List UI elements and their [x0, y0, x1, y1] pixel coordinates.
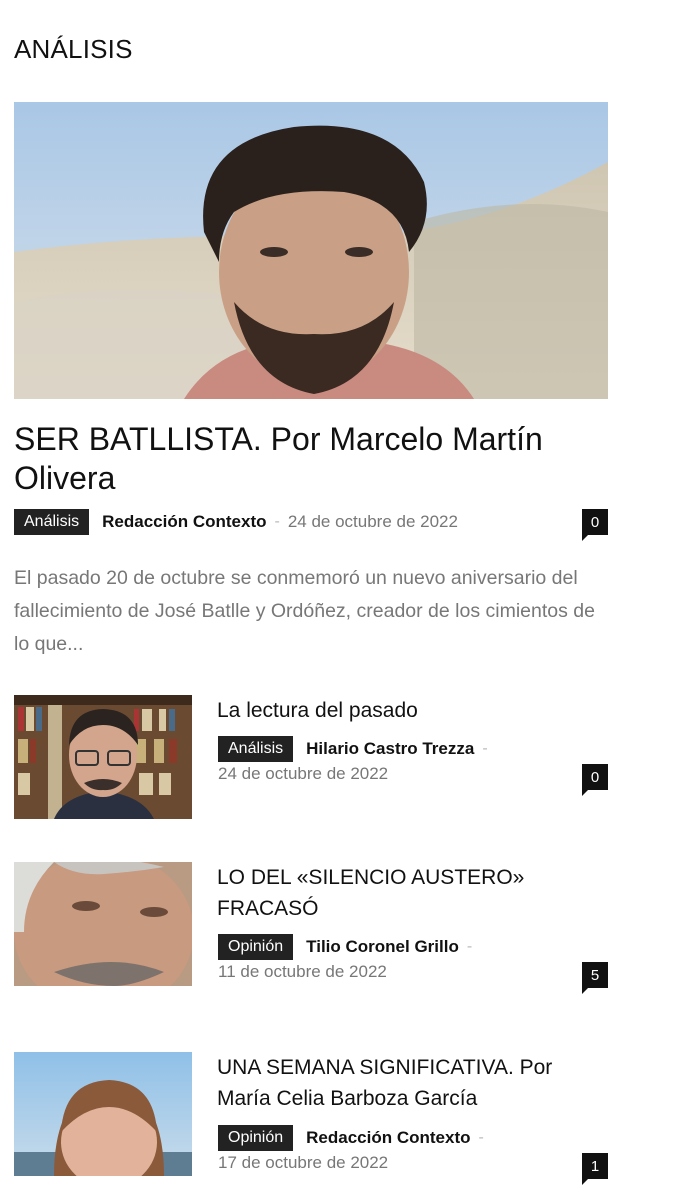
article-title[interactable]: UNA SEMANA SIGNIFICATIVA. Por María Celi… [217, 1052, 597, 1114]
meta-separator: - [466, 938, 473, 955]
article-meta: Opinión Tilio Coronel Grillo - [218, 934, 480, 960]
publish-date: 24 de octubre de 2022 [218, 764, 389, 783]
article-thumbnail[interactable] [14, 695, 192, 819]
author-link[interactable]: Redacción Contexto [306, 1128, 470, 1148]
article-title[interactable]: La lectura del pasado [217, 695, 597, 726]
featured-meta: Análisis Redacción Contexto - 24 de octu… [14, 509, 458, 535]
meta-separator: - [478, 1129, 484, 1146]
category-badge[interactable]: Opinión [218, 934, 294, 960]
featured-title[interactable]: SER BATLLISTA. Por Marcelo Martín Oliver… [14, 420, 604, 498]
thumbnail-photo [14, 695, 192, 819]
publish-date: 24 de octubre de 2022 [287, 512, 458, 531]
article-meta: Análisis Hilario Castro Trezza - [218, 736, 496, 762]
author-link[interactable]: Tilio Coronel Grillo [306, 937, 459, 957]
thumbnail-photo [14, 1052, 192, 1176]
publish-date: 17 de octubre de 2022 [218, 1153, 389, 1172]
category-badge[interactable]: Opinión [218, 1125, 294, 1151]
category-badge[interactable]: Análisis [14, 509, 90, 535]
comment-count-badge[interactable]: 0 [582, 764, 608, 796]
author-link[interactable]: Redacción Contexto [102, 512, 266, 532]
comment-count-badge[interactable]: 0 [582, 509, 608, 541]
article-title[interactable]: LO DEL «SILENCIO AUSTERO» FRACASÓ [217, 862, 597, 924]
featured-image[interactable] [14, 102, 608, 399]
thumbnail-photo [14, 862, 192, 986]
article-thumbnail[interactable] [14, 862, 192, 986]
meta-separator: - [482, 740, 488, 757]
article-thumbnail[interactable] [14, 1052, 192, 1176]
author-link[interactable]: Hilario Castro Trezza [306, 739, 474, 759]
section-title: ANÁLISIS [14, 34, 133, 64]
featured-excerpt: El pasado 20 de octubre se conmemoró un … [14, 567, 595, 655]
featured-photo [14, 102, 608, 399]
comment-count-badge[interactable]: 1 [582, 1153, 608, 1185]
meta-separator: - [274, 513, 280, 530]
publish-date: 11 de octubre de 2022 [218, 962, 387, 981]
comment-count-badge[interactable]: 5 [582, 962, 608, 994]
category-badge[interactable]: Análisis [218, 736, 294, 762]
article-meta: Opinión Redacción Contexto - [218, 1125, 492, 1151]
